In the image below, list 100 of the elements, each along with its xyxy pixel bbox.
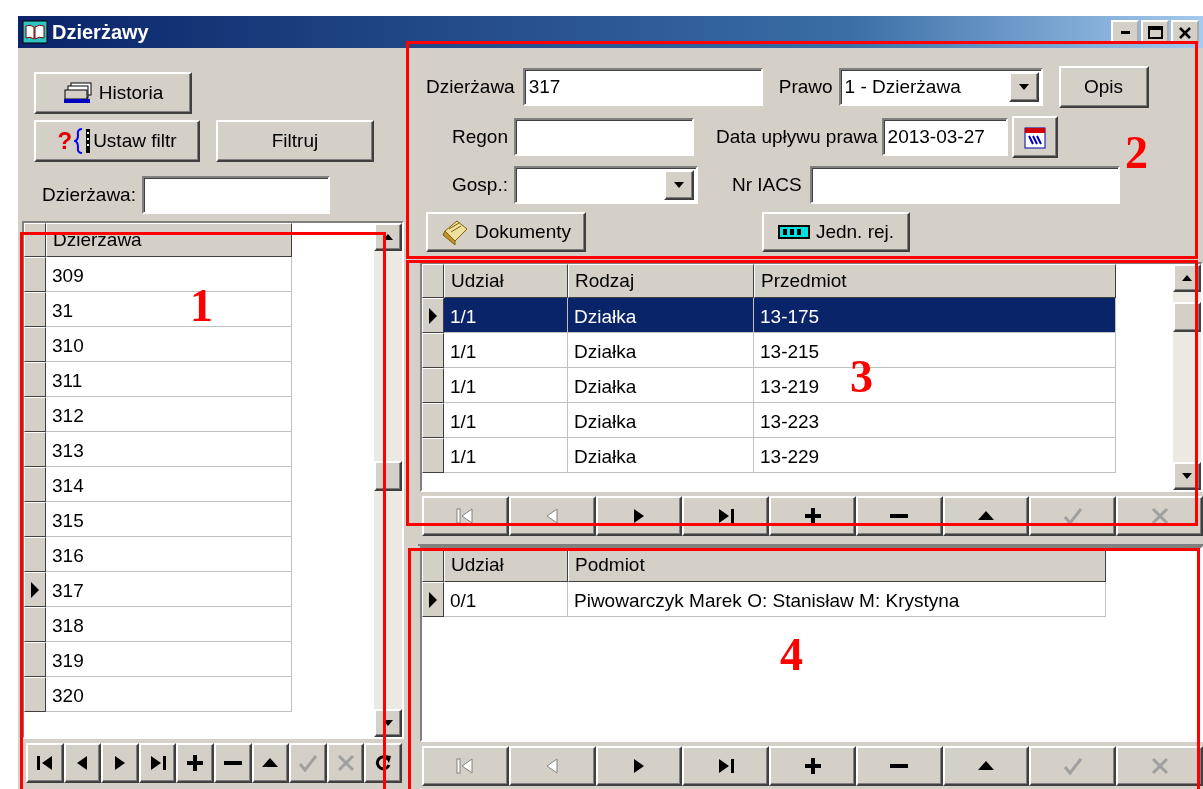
last-button[interactable] xyxy=(682,496,770,536)
table-cell: Działka xyxy=(568,298,754,333)
insert-button[interactable] xyxy=(769,746,856,786)
table-cell: 312 xyxy=(46,397,292,432)
scroll-up-button[interactable] xyxy=(374,223,402,251)
label-tag-icon xyxy=(777,224,810,240)
minimize-icon xyxy=(1120,30,1130,34)
first-record-icon xyxy=(34,753,55,773)
units-button[interactable]: Jedn. rej. xyxy=(762,212,910,252)
documents-button[interactable]: Dokumenty xyxy=(426,212,586,252)
close-button[interactable] xyxy=(1171,20,1199,44)
column-header[interactable]: Rodzaj xyxy=(568,264,754,298)
row-indicator[interactable] xyxy=(422,368,444,403)
insert-button[interactable] xyxy=(769,496,856,536)
row-indicator[interactable] xyxy=(24,642,46,677)
prior-button[interactable] xyxy=(63,743,102,783)
minus-icon xyxy=(890,764,909,768)
plus-icon xyxy=(185,753,206,773)
first-record-icon xyxy=(455,756,476,776)
lease-field[interactable]: 317 xyxy=(522,68,763,106)
first-record-icon xyxy=(455,506,476,526)
table-cell: 13-223 xyxy=(754,403,1116,438)
row-indicator[interactable] xyxy=(422,298,444,333)
row-indicator[interactable] xyxy=(24,397,46,432)
scroll-thumb[interactable] xyxy=(374,461,402,491)
table-cell: 313 xyxy=(46,432,292,467)
next-button[interactable] xyxy=(595,746,683,786)
last-button[interactable] xyxy=(138,743,177,783)
table-cell: 310 xyxy=(46,327,292,362)
checkmark-icon xyxy=(297,753,318,773)
set-filter-button[interactable]: ? Ustaw filtr xyxy=(34,120,200,162)
table-cell: 1/1 xyxy=(444,298,568,333)
row-indicator[interactable] xyxy=(422,333,444,368)
dropdown-button[interactable] xyxy=(664,170,694,200)
calendar-button[interactable] xyxy=(1011,116,1058,158)
minus-icon xyxy=(890,514,909,518)
edit-button[interactable] xyxy=(942,496,1030,536)
row-indicator[interactable] xyxy=(24,677,46,712)
table-cell: 1/1 xyxy=(444,368,568,403)
table-cell: Działka xyxy=(568,368,754,403)
field-label: Regon xyxy=(451,124,508,149)
row-indicator[interactable] xyxy=(24,502,46,537)
farm-dropdown[interactable] xyxy=(514,166,698,204)
next-button[interactable] xyxy=(595,496,683,536)
row-indicator[interactable] xyxy=(24,432,46,467)
description-button[interactable]: Opis xyxy=(1058,66,1149,108)
row-indicator[interactable] xyxy=(422,403,444,438)
row-indicator[interactable] xyxy=(24,607,46,642)
edit-button[interactable] xyxy=(942,746,1030,786)
delete-button[interactable] xyxy=(855,496,943,536)
row-indicator[interactable] xyxy=(422,438,444,473)
plus-icon xyxy=(802,506,823,526)
history-button[interactable]: Historia xyxy=(34,72,192,114)
last-button[interactable] xyxy=(682,746,770,786)
date-field[interactable]: 2013-03-27 xyxy=(881,118,1008,156)
table-cell: 319 xyxy=(46,642,292,677)
dropdown-button[interactable] xyxy=(1008,72,1039,102)
checkmark-icon xyxy=(1062,506,1083,526)
right-dropdown[interactable]: 1 - Dzierżawa xyxy=(838,68,1043,106)
brace-icon xyxy=(74,128,92,154)
minimize-button[interactable] xyxy=(1111,20,1139,44)
minus-icon xyxy=(223,761,242,765)
delete-button[interactable] xyxy=(855,746,943,786)
field-label: Data upływu prawa xyxy=(716,124,878,149)
regon-field[interactable] xyxy=(514,118,694,156)
row-indicator[interactable] xyxy=(24,257,46,292)
stacked-papers-icon xyxy=(62,82,93,104)
row-indicator[interactable] xyxy=(422,582,444,617)
edit-button[interactable] xyxy=(251,743,290,783)
search-field[interactable] xyxy=(142,176,330,214)
row-indicator[interactable] xyxy=(24,537,46,572)
row-indicator[interactable] xyxy=(24,292,46,327)
maximize-button[interactable] xyxy=(1141,20,1169,44)
table-cell: 1/1 xyxy=(444,403,568,438)
column-header[interactable]: Udział xyxy=(444,264,568,298)
row-indicator[interactable] xyxy=(24,362,46,397)
scrollbar[interactable] xyxy=(374,223,402,737)
checkmark-icon xyxy=(1062,756,1083,776)
x-mark-icon xyxy=(335,753,356,773)
column-header[interactable]: Przedmiot xyxy=(754,264,1116,298)
field-label: Dzierżawa xyxy=(426,74,515,99)
maximize-icon xyxy=(1147,24,1163,40)
x-mark-icon xyxy=(1149,756,1170,776)
row-indicator[interactable] xyxy=(24,467,46,502)
next-button[interactable] xyxy=(101,743,139,783)
insert-button[interactable] xyxy=(176,743,214,783)
scroll-down-button[interactable] xyxy=(374,709,402,737)
table-cell: Działka xyxy=(568,333,754,368)
first-button[interactable] xyxy=(26,743,64,783)
delete-button[interactable] xyxy=(213,743,252,783)
field-label: Gosp.: xyxy=(451,172,508,197)
question-mark: ? xyxy=(57,129,73,153)
dropdown-value: 1 - Dzierżawa xyxy=(844,74,961,99)
iacs-field[interactable] xyxy=(809,166,1120,204)
row-indicator[interactable] xyxy=(24,572,46,607)
column-header[interactable]: Dzierżawa xyxy=(46,223,292,257)
refresh-button[interactable] xyxy=(364,743,402,783)
table-cell: 314 xyxy=(46,467,292,502)
filter-button[interactable]: Filtruj xyxy=(216,120,374,162)
row-indicator[interactable] xyxy=(24,327,46,362)
